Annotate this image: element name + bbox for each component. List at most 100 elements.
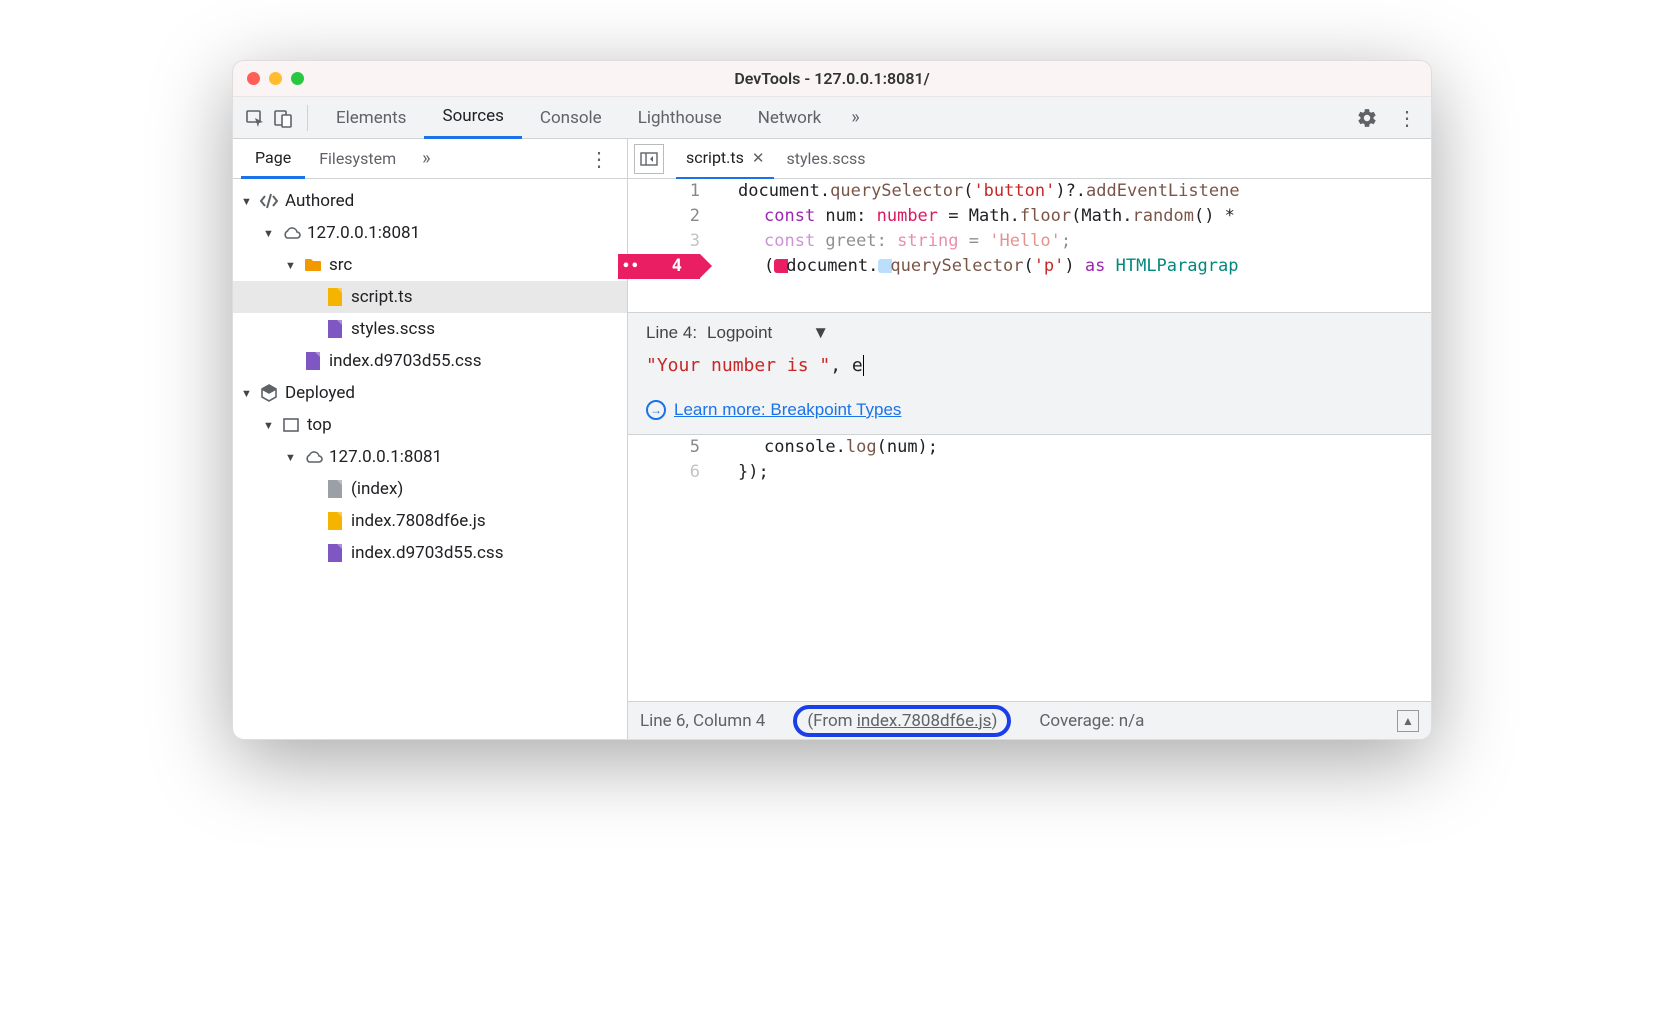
code-line: }); — [738, 460, 1431, 485]
navigator-tabs: Page Filesystem » ⋮ — [233, 139, 627, 179]
code-line: document.querySelector('button')?.addEve… — [738, 179, 1431, 204]
gutter-line: 5 — [628, 435, 700, 460]
folder-icon — [303, 255, 323, 275]
tree-label: (index) — [351, 479, 403, 499]
tab-console[interactable]: Console — [522, 97, 620, 139]
tree-top[interactable]: ▼ top — [233, 409, 627, 441]
expand-arrow-icon: ▼ — [241, 195, 253, 208]
coverage-status: Coverage: n/a — [1039, 711, 1144, 731]
settings-gear-icon[interactable] — [1351, 102, 1383, 134]
expand-arrow-icon: ▼ — [263, 227, 275, 240]
logpoint-marker[interactable]: ••4 — [618, 254, 700, 279]
editor-tab-script[interactable]: script.ts ✕ — [676, 139, 774, 179]
file-icon — [325, 287, 345, 307]
file-icon — [325, 543, 345, 563]
main-area: Page Filesystem » ⋮ ▼ Authored ▼ 127.0.0… — [233, 139, 1431, 739]
breakpoint-type-dropdown[interactable]: Logpoint ▼ — [707, 323, 829, 343]
titlebar: DevTools - 127.0.0.1:8081/ — [233, 61, 1431, 97]
close-tab-icon[interactable]: ✕ — [752, 149, 765, 167]
file-icon — [325, 479, 345, 499]
expand-arrow-icon: ▼ — [285, 451, 297, 464]
tree-label: styles.scss — [351, 319, 435, 339]
logpoint-editor: Line 4: Logpoint ▼ "Your number is ", e … — [628, 312, 1431, 435]
editor-tab-label: styles.scss — [786, 149, 865, 168]
tree-label: top — [307, 415, 332, 435]
traffic-lights — [233, 72, 304, 85]
tree-file-indexjs[interactable]: index.7808df6e.js — [233, 505, 627, 537]
navigator-more-tabs-icon[interactable]: » — [414, 148, 438, 169]
code-line: console.log(num); — [738, 435, 1431, 460]
code-line: const num: number = Math.floor(Math.rand… — [738, 204, 1431, 229]
code-editor[interactable]: 1 2 3 ••4 document.querySelector('button… — [628, 179, 1431, 701]
close-window-button[interactable] — [247, 72, 260, 85]
editor-tabs: script.ts ✕ styles.scss — [628, 139, 1431, 179]
learn-more-link[interactable]: Learn more: Breakpoint Types — [674, 400, 901, 420]
inspect-element-icon[interactable] — [241, 104, 269, 132]
show-console-drawer-icon[interactable]: ▲ — [1397, 710, 1419, 732]
file-icon — [325, 319, 345, 339]
window-title: DevTools - 127.0.0.1:8081/ — [233, 69, 1431, 88]
code-lines[interactable]: document.querySelector('button')?.addEve… — [718, 179, 1431, 312]
code-icon — [259, 191, 279, 211]
device-toolbar-icon[interactable] — [269, 104, 297, 132]
gutter-line: 2 — [628, 204, 700, 229]
arrow-right-circle-icon: → — [646, 400, 666, 420]
tree-label: 127.0.0.1:8081 — [329, 447, 442, 467]
tree-file-index[interactable]: (index) — [233, 473, 627, 505]
chevron-down-icon: ▼ — [812, 323, 829, 343]
navigator-tab-page[interactable]: Page — [241, 139, 305, 179]
tab-lighthouse[interactable]: Lighthouse — [620, 97, 740, 139]
source-map-indicator[interactable]: (From index.7808df6e.js) — [793, 705, 1011, 737]
logpoint-input[interactable]: "Your number is ", e — [646, 353, 1413, 378]
file-tree: ▼ Authored ▼ 127.0.0.1:8081 ▼ src script… — [233, 179, 627, 739]
tree-label: script.ts — [351, 287, 413, 307]
expand-arrow-icon: ▼ — [263, 419, 275, 432]
tree-folder-src[interactable]: ▼ src — [233, 249, 627, 281]
cloud-icon — [281, 223, 301, 243]
cloud-icon — [303, 447, 323, 467]
editor-tab-label: script.ts — [686, 148, 744, 167]
toolbar-divider — [307, 105, 308, 131]
editor-tab-styles[interactable]: styles.scss — [776, 139, 875, 179]
tab-network[interactable]: Network — [740, 97, 840, 139]
main-toolbar: Elements Sources Console Lighthouse Netw… — [233, 97, 1431, 139]
code-lines[interactable]: console.log(num); }); — [718, 435, 1431, 568]
gutter-line: 3 — [628, 229, 700, 254]
line-gutter[interactable]: 1 2 3 ••4 — [628, 179, 718, 312]
tree-authored[interactable]: ▼ Authored — [233, 185, 627, 217]
tree-label: index.d9703d55.css — [351, 543, 503, 563]
expand-arrow-icon: ▼ — [285, 259, 297, 272]
expand-arrow-icon: ▼ — [241, 387, 253, 400]
learn-more-row: → Learn more: Breakpoint Types — [646, 400, 1413, 420]
tree-label: src — [329, 255, 352, 275]
logpoint-line-label: Line 4: — [646, 323, 697, 343]
tree-label: index.d9703d55.css — [329, 351, 481, 371]
file-icon — [303, 351, 323, 371]
file-icon — [325, 511, 345, 531]
tree-file-indexcss2[interactable]: index.d9703d55.css — [233, 537, 627, 569]
gutter-line: 6 — [628, 460, 700, 485]
tab-elements[interactable]: Elements — [318, 97, 424, 139]
tree-file-indexcss1[interactable]: index.d9703d55.css — [233, 345, 627, 377]
tab-sources[interactable]: Sources — [424, 97, 521, 139]
line-gutter[interactable]: 5 6 — [628, 435, 718, 568]
cube-icon — [259, 383, 279, 403]
devtools-window: DevTools - 127.0.0.1:8081/ Elements Sour… — [232, 60, 1432, 740]
tree-host[interactable]: ▼ 127.0.0.1:8081 — [233, 217, 627, 249]
tree-file-script[interactable]: script.ts — [233, 281, 627, 313]
navigator-sidebar: Page Filesystem » ⋮ ▼ Authored ▼ 127.0.0… — [233, 139, 628, 739]
minimize-window-button[interactable] — [269, 72, 282, 85]
toggle-navigator-icon[interactable] — [634, 144, 664, 174]
more-options-icon[interactable]: ⋮ — [1391, 102, 1423, 134]
navigator-tab-filesystem[interactable]: Filesystem — [305, 139, 410, 179]
tree-label: Authored — [285, 191, 354, 211]
tree-host2[interactable]: ▼ 127.0.0.1:8081 — [233, 441, 627, 473]
navigator-more-options-icon[interactable]: ⋮ — [579, 147, 619, 171]
frame-icon — [281, 415, 301, 435]
tree-deployed[interactable]: ▼ Deployed — [233, 377, 627, 409]
gutter-line: 1 — [628, 179, 700, 204]
zoom-window-button[interactable] — [291, 72, 304, 85]
more-tabs-icon[interactable]: » — [839, 107, 871, 128]
tree-file-styles[interactable]: styles.scss — [233, 313, 627, 345]
code-line: const greet: string = 'Hello'; — [738, 229, 1431, 254]
